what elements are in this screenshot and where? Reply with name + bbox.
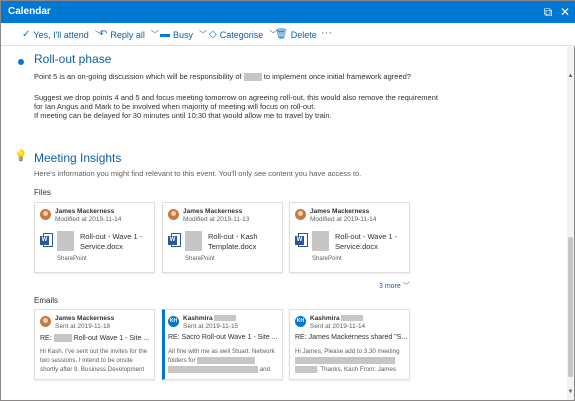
- emails-label: Emails: [34, 296, 59, 305]
- file-modified: Modified at 2019-11-14: [310, 216, 377, 223]
- email-sent: Sent at 2019-11-14: [310, 323, 366, 330]
- file-card[interactable]: James Mackerness Modified at 2019-11-13 …: [162, 202, 283, 273]
- email-subject: RE: Sacro Roll-out Wave 1 - Site ...: [168, 334, 278, 341]
- attend-label: Yes, I'll attend: [33, 29, 89, 40]
- scroll-up-icon[interactable]: ▲: [567, 73, 574, 79]
- bullet-icon: [18, 59, 24, 65]
- email-preview: Hi James, Please add to 3.30 meeting . T…: [295, 348, 400, 373]
- redacted-text: [214, 315, 237, 322]
- file-name: Roll-out - Wave 1 - Service.docx: [335, 232, 398, 251]
- email-preview: Hi Kash, I've sent out the invites for t…: [40, 348, 148, 373]
- calendar-window: Calendar ⧉ ✕ ✓ Yes, I'll attend ﹀ ↶ Repl…: [0, 0, 575, 401]
- file-source: SharePoint: [185, 256, 215, 262]
- word-doc-icon: W: [40, 233, 53, 247]
- email-preview: All fine with me as well Stuart. Network…: [168, 348, 275, 373]
- file-name: Roll-out - Kash Template.docx: [208, 232, 258, 251]
- email-card[interactable]: James Mackerness Sent at 2019-11-18 RE: …: [34, 309, 155, 380]
- file-name: Roll-out - Wave 1 - Service.docx: [80, 232, 143, 251]
- avatar: [168, 209, 179, 220]
- email-sent: Sent at 2019-11-18: [55, 323, 111, 330]
- email-subject: RE: Roll-out Wave 1 - Site ...: [40, 334, 150, 342]
- reply-all-label: Reply all: [110, 29, 145, 40]
- more-options-icon[interactable]: ···: [321, 27, 332, 39]
- categorise-button[interactable]: ◇ Categorise ﹀: [209, 29, 277, 40]
- delete-button[interactable]: 🗑 Delete: [275, 29, 317, 40]
- files-label: Files: [34, 188, 51, 197]
- avatar: [40, 316, 51, 327]
- phase-line-3: for Ian Angus and Mark to be involved wh…: [34, 102, 316, 111]
- phase-title: Roll-out phase: [34, 52, 112, 66]
- file-source: SharePoint: [312, 256, 342, 262]
- file-card[interactable]: James Mackerness Modified at 2019-11-14 …: [289, 202, 410, 273]
- email-card[interactable]: KH Kashmira Sent at 2019-11-14 RE: James…: [289, 309, 410, 380]
- scrollbar-thumb[interactable]: [568, 237, 573, 377]
- chevron-down-icon: ﹀: [199, 30, 208, 39]
- file-card[interactable]: James Mackerness Modified at 2019-11-14 …: [34, 202, 155, 273]
- toolbar: ✓ Yes, I'll attend ﹀ ↶ Reply all ﹀ ▬ Bus…: [1, 23, 575, 46]
- redacted-text: [53, 334, 72, 342]
- email-author: James Mackerness: [55, 315, 115, 322]
- file-thumbnail: [185, 231, 202, 251]
- delete-label: Delete: [290, 29, 317, 40]
- title-bar: Calendar ⧉ ✕: [1, 1, 575, 23]
- close-icon[interactable]: ✕: [558, 5, 572, 19]
- email-author: Kashmira: [310, 315, 364, 322]
- file-modified: Modified at 2019-11-13: [183, 216, 250, 223]
- redacted-text: [168, 365, 258, 373]
- categorise-label: Categorise: [219, 29, 264, 40]
- word-doc-icon: W: [295, 233, 308, 247]
- email-sent: Sent at 2019-11-15: [183, 323, 239, 330]
- chevron-down-icon: ﹀: [402, 283, 410, 290]
- word-doc-icon: W: [168, 233, 181, 247]
- file-author: James Mackerness: [55, 208, 115, 215]
- redacted-text: [295, 365, 317, 373]
- checkmark-icon: ✓: [22, 29, 31, 40]
- email-subject: RE: James Mackerness shared "S...: [295, 334, 408, 341]
- file-thumbnail: [312, 231, 329, 251]
- phase-line-1: Point 5 is an on-going discussion which …: [34, 72, 411, 82]
- trash-icon: 🗑: [275, 29, 288, 40]
- redacted-text: [243, 73, 262, 82]
- file-thumbnail: [57, 231, 74, 251]
- insights-title: Meeting Insights: [34, 151, 122, 165]
- phase-line-2: Suggest we drop points 4 and 5 and focus…: [34, 93, 438, 102]
- email-card[interactable]: KH Kashmira Sent at 2019-11-15 RE: Sacro…: [162, 309, 283, 380]
- phase-line-4: If meeting can be delayed for 30 minutes…: [34, 111, 332, 120]
- redacted-text: [341, 315, 364, 322]
- reply-all-icon: ↶: [99, 29, 108, 40]
- reply-all-button[interactable]: ↶ Reply all ﹀: [99, 29, 159, 40]
- vertical-scrollbar[interactable]: ▲ ▼: [567, 47, 574, 400]
- busy-status-icon: ▬: [160, 29, 170, 40]
- email-author: Kashmira: [183, 315, 237, 322]
- busy-label: Busy: [173, 29, 194, 40]
- more-files-link[interactable]: 3 more ﹀: [379, 281, 410, 291]
- event-body: Roll-out phase Point 5 is an on-going di…: [1, 47, 566, 400]
- popout-icon[interactable]: ⧉: [541, 5, 555, 19]
- redacted-text: [295, 356, 395, 364]
- insights-subtitle: Here's information you might find releva…: [34, 169, 362, 178]
- file-author: James Mackerness: [310, 208, 370, 215]
- tag-icon: ◇: [209, 29, 217, 40]
- avatar: KH: [295, 316, 306, 327]
- avatar: [295, 209, 306, 220]
- file-source: SharePoint: [57, 256, 87, 262]
- avatar: KH: [168, 316, 179, 327]
- scroll-down-icon[interactable]: ▼: [567, 389, 574, 395]
- chevron-down-icon: ﹀: [150, 30, 159, 39]
- busy-button[interactable]: ▬ Busy ﹀: [160, 29, 207, 40]
- window-title: Calendar: [8, 6, 51, 17]
- avatar: [40, 209, 51, 220]
- file-author: James Mackerness: [183, 208, 243, 215]
- redacted-text: [197, 356, 256, 364]
- attend-button[interactable]: ✓ Yes, I'll attend ﹀: [22, 29, 103, 40]
- lightbulb-icon: 💡: [14, 150, 28, 162]
- file-modified: Modified at 2019-11-14: [55, 216, 122, 223]
